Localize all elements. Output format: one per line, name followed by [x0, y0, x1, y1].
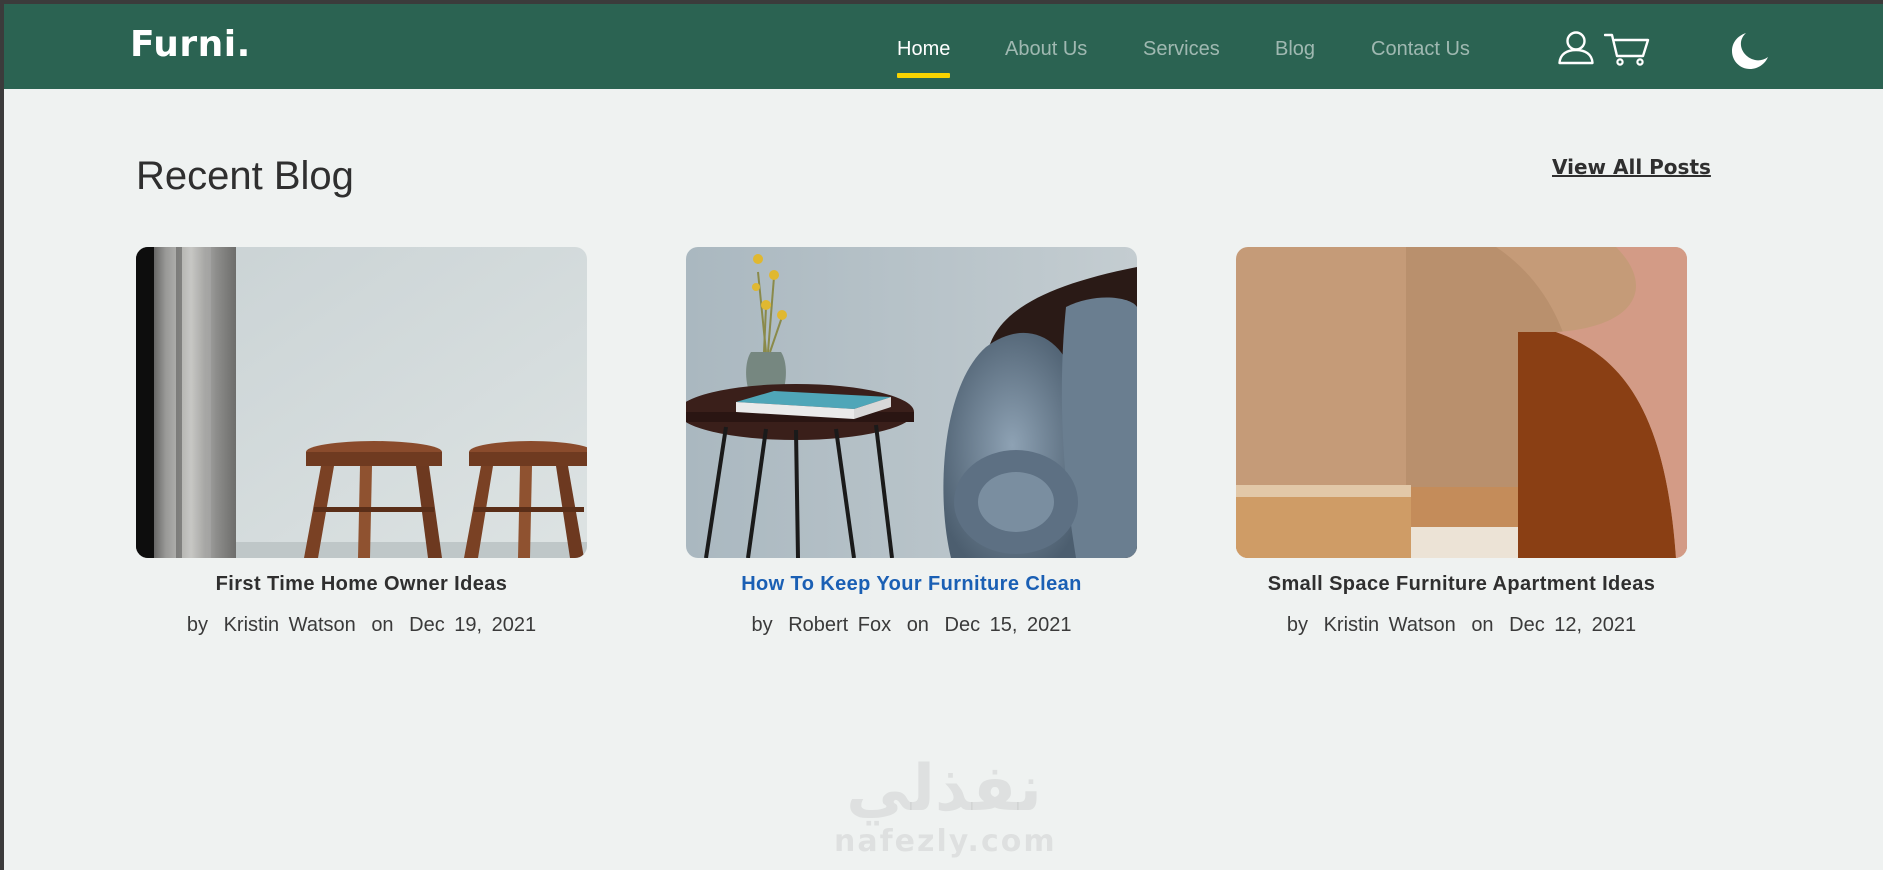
blog-post-meta: by Kristin Watson on Dec 12, 2021: [1236, 614, 1687, 637]
blog-post-title[interactable]: First Time Home Owner Ideas: [136, 573, 587, 596]
blog-post-date: Dec 12, 2021: [1509, 614, 1637, 636]
watermark-arabic: نفذلي: [846, 752, 1042, 826]
watermark-latin: nafezly.com: [834, 824, 1057, 859]
side-table-sofa-image[interactable]: [686, 247, 1137, 558]
page: Furni. Home About Us Services Blog Conta…: [4, 4, 1883, 870]
meta-by: by: [186, 614, 208, 636]
blog-post-meta: by Kristin Watson on Dec 19, 2021: [136, 614, 587, 637]
blog-post-title[interactable]: How To Keep Your Furniture Clean: [686, 573, 1137, 596]
blog-card: How To Keep Your Furniture Clean by Robe…: [686, 247, 1137, 637]
blog-post-title[interactable]: Small Space Furniture Apartment Ideas: [1236, 573, 1687, 596]
nav-item-contact-us[interactable]: Contact Us: [1371, 38, 1470, 61]
meta-by: by: [1286, 614, 1308, 636]
stools-image[interactable]: [136, 247, 587, 558]
meta-on: on: [906, 614, 929, 636]
blog-card: Small Space Furniture Apartment Ideas by…: [1236, 247, 1687, 637]
meta-on: on: [1471, 614, 1494, 636]
blog-post-author: Robert Fox: [788, 614, 892, 636]
blog-post-author: Kristin Watson: [223, 614, 356, 636]
blog-post-meta: by Robert Fox on Dec 15, 2021: [686, 614, 1137, 637]
cart-icon[interactable]: [1603, 32, 1650, 71]
watermark-logo: نفذلي nafezly.com: [834, 752, 1057, 859]
meta-by: by: [751, 614, 773, 636]
logo[interactable]: Furni.: [130, 24, 251, 65]
nav-item-services[interactable]: Services: [1143, 38, 1220, 61]
user-icon[interactable]: [1557, 30, 1595, 71]
blog-post-author: Kristin Watson: [1323, 614, 1456, 636]
section-title: Recent Blog: [136, 154, 354, 198]
blog-post-date: Dec 19, 2021: [409, 614, 537, 636]
view-all-posts-link[interactable]: View All Posts: [1552, 155, 1711, 179]
moon-icon[interactable]: [1729, 31, 1771, 76]
blog-card: First Time Home Owner Ideas by Kristin W…: [136, 247, 587, 637]
geometric-shapes-image[interactable]: [1236, 247, 1687, 558]
nav-item-blog[interactable]: Blog: [1275, 38, 1315, 61]
active-nav-indicator: [897, 73, 950, 78]
nav-item-about-us[interactable]: About Us: [1005, 38, 1087, 61]
blog-post-date: Dec 15, 2021: [944, 614, 1072, 636]
meta-on: on: [371, 614, 394, 636]
navbar: Furni. Home About Us Services Blog Conta…: [4, 4, 1883, 89]
nav-item-home[interactable]: Home: [897, 38, 950, 61]
